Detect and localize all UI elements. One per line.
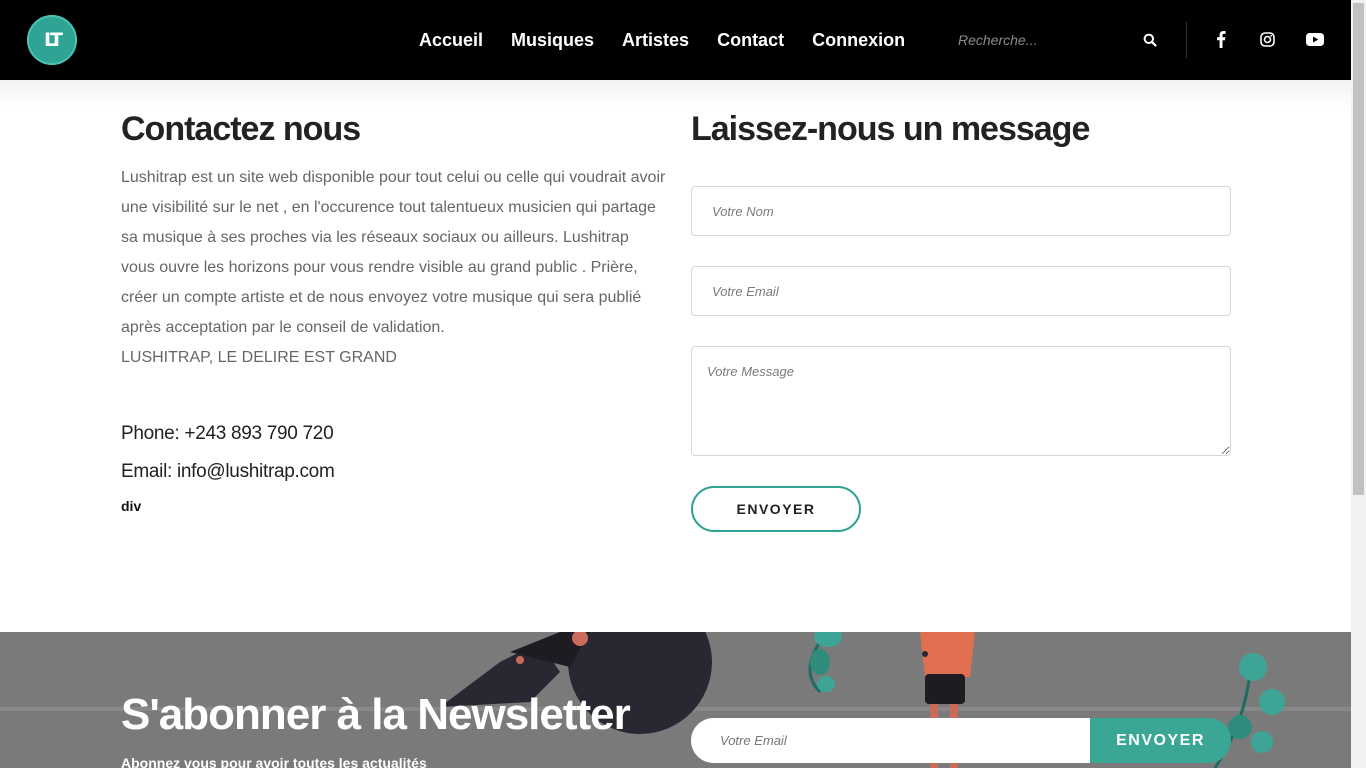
message-field[interactable] <box>691 346 1231 456</box>
nav-item-connexion[interactable]: Connexion <box>812 29 905 51</box>
nav-item-contact[interactable]: Contact <box>717 29 784 51</box>
message-form-title: Laissez-nous un message <box>691 110 1090 148</box>
instagram-icon[interactable] <box>1258 30 1276 48</box>
header-divider <box>1186 22 1187 58</box>
nav-item-artistes[interactable]: Artistes <box>622 29 689 51</box>
stray-label: div <box>121 498 142 514</box>
about-text: Lushitrap est un site web disponible pou… <box>121 163 666 373</box>
newsletter-form: ENVOYER <box>691 718 1231 763</box>
newsletter-subtitle: Abonnez vous pour avoir toutes les actua… <box>121 755 427 768</box>
header-shadow <box>0 80 1351 110</box>
nav-item-accueil[interactable]: Accueil <box>419 29 483 51</box>
newsletter-section: S'abonner à la Newsletter Abonnez vous p… <box>0 632 1351 768</box>
send-message-button[interactable]: ENVOYER <box>691 486 861 532</box>
contact-email: Email: info@lushitrap.com <box>121 461 335 482</box>
contact-phone: Phone: +243 893 790 720 <box>121 423 334 444</box>
about-paragraph: Lushitrap est un site web disponible pou… <box>121 169 666 336</box>
newsletter-subscribe-button[interactable]: ENVOYER <box>1090 718 1231 763</box>
about-slogan: LUSHITRAP, LE DELIRE EST GRAND <box>121 349 397 366</box>
facebook-icon[interactable] <box>1212 30 1230 48</box>
page-scrollbar[interactable] <box>1351 0 1366 768</box>
contact-title: Contactez nous <box>121 110 361 148</box>
newsletter-email-field[interactable] <box>691 718 1091 763</box>
youtube-icon[interactable] <box>1306 30 1324 48</box>
email-field[interactable] <box>691 266 1231 316</box>
newsletter-title: S'abonner à la Newsletter <box>121 690 631 739</box>
nav-item-musiques[interactable]: Musiques <box>511 29 594 51</box>
main-nav: Accueil Musiques Artistes Contact Connex… <box>419 29 933 51</box>
scrollbar-thumb[interactable] <box>1353 3 1364 495</box>
search-box <box>944 22 1166 58</box>
logo-text: LT <box>44 29 63 51</box>
search-input[interactable] <box>944 22 1134 58</box>
search-icon[interactable] <box>1143 33 1157 47</box>
site-logo[interactable]: LT <box>27 15 77 65</box>
site-header: LT Accueil Musiques Artistes Contact Con… <box>0 0 1351 80</box>
name-field[interactable] <box>691 186 1231 236</box>
